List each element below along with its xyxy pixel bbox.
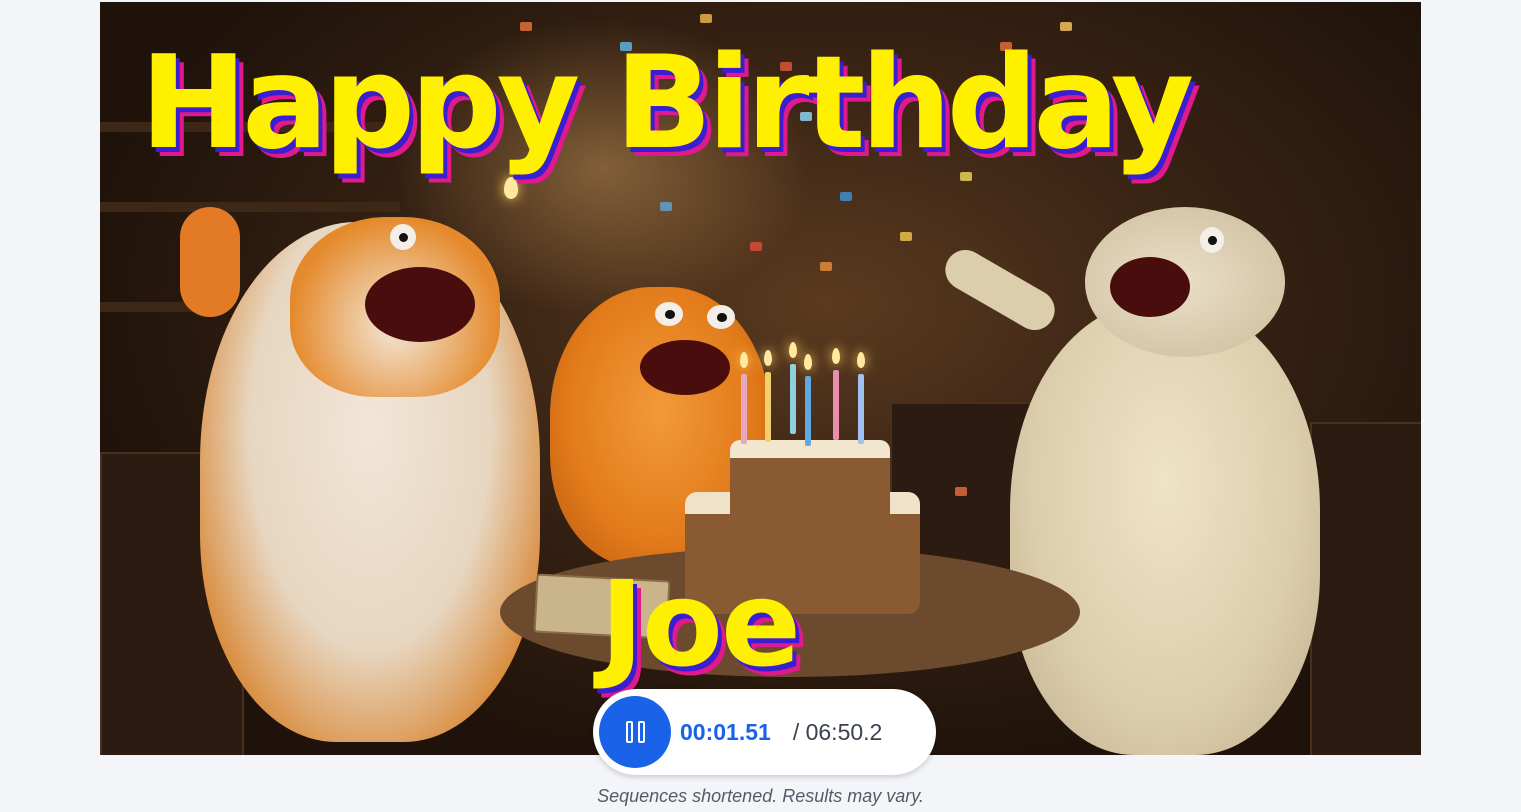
- candle: [805, 376, 811, 446]
- middle-puppet-eye: [655, 302, 683, 326]
- wall-lamp-glow: [504, 177, 518, 199]
- right-sheep-mouth: [1110, 257, 1190, 317]
- candle: [790, 364, 796, 434]
- candle: [765, 372, 771, 442]
- candle: [741, 374, 747, 444]
- candle-flame: [764, 350, 772, 366]
- middle-puppet-eye: [707, 305, 735, 329]
- confetti: [840, 192, 852, 201]
- birthday-cake-top: [730, 440, 890, 528]
- left-puppet-eye: [390, 224, 416, 250]
- pause-icon: [625, 721, 645, 743]
- right-sheep-arm: [938, 242, 1062, 338]
- current-time: 00:01.51: [680, 718, 771, 745]
- confetti: [660, 202, 672, 211]
- pause-button[interactable]: [599, 696, 671, 768]
- candle-flame: [804, 354, 812, 370]
- right-sheep-eye: [1200, 227, 1224, 253]
- confetti: [900, 232, 912, 241]
- confetti: [955, 487, 967, 496]
- left-puppet-arm: [180, 207, 240, 317]
- playback-controls: 00:01.51 / 06:50.2: [593, 689, 936, 775]
- candle-flame: [740, 352, 748, 368]
- video-title-overlay: Happy Birthday: [140, 29, 1194, 178]
- candle: [858, 374, 864, 444]
- candle: [833, 370, 839, 440]
- right-sheep-puppet: [1010, 302, 1320, 755]
- candle-flame: [857, 352, 865, 368]
- candle-flame: [789, 342, 797, 358]
- wall-shelf: [100, 202, 400, 212]
- middle-puppet-mouth: [640, 340, 730, 395]
- total-duration: / 06:50.2: [792, 718, 883, 745]
- video-name-overlay: Joe: [600, 555, 801, 693]
- right-cabinet: [1310, 422, 1421, 755]
- candle-flame: [832, 348, 840, 364]
- disclaimer-text: Sequences shortened. Results may vary.: [597, 786, 924, 806]
- confetti: [750, 242, 762, 251]
- left-puppet-mouth: [365, 267, 475, 342]
- confetti: [700, 14, 712, 23]
- confetti: [820, 262, 832, 271]
